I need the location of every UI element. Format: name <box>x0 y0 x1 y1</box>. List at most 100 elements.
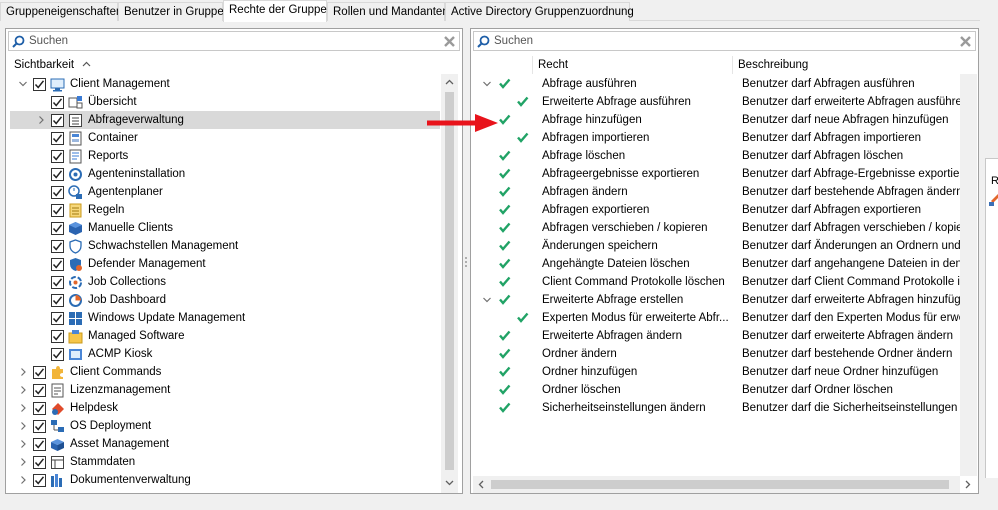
visibility-checkbox[interactable] <box>51 150 64 163</box>
visibility-checkbox[interactable] <box>33 402 46 415</box>
expand-right-chevron-icon[interactable] <box>19 453 29 471</box>
right-granted-checkbox[interactable] <box>516 311 531 326</box>
visibility-checkbox[interactable] <box>33 474 46 487</box>
scroll-right-arrow-icon[interactable] <box>963 480 972 489</box>
tree-item-puzzle[interactable]: Client Commands <box>6 363 436 381</box>
splitter-grip-icon[interactable] <box>464 256 468 268</box>
visibility-checkbox[interactable] <box>33 366 46 379</box>
scroll-down-arrow-icon[interactable] <box>445 478 454 487</box>
expand-right-chevron-icon[interactable] <box>19 435 29 453</box>
tree-item-job-collections[interactable]: Job Collections <box>6 273 436 291</box>
tree-item-shield[interactable]: Schwachstellen Management <box>6 237 436 255</box>
right-row[interactable]: Abfragen ändern Benutzer darf bestehende … <box>471 183 963 201</box>
visibility-checkbox[interactable] <box>51 96 64 109</box>
right-row[interactable]: Client Command Protokolle löschen Benutze… <box>471 273 976 291</box>
visibility-checkbox[interactable] <box>51 348 64 361</box>
right-granted-checkbox[interactable] <box>498 113 513 128</box>
right-granted-checkbox[interactable] <box>498 293 513 308</box>
visibility-checkbox[interactable] <box>51 114 64 127</box>
visibility-checkbox[interactable] <box>51 330 64 343</box>
visibility-checkbox[interactable] <box>51 132 64 145</box>
right-granted-checkbox[interactable] <box>498 221 513 236</box>
column-separator[interactable] <box>732 56 733 74</box>
scroll-up-arrow-icon[interactable] <box>445 78 454 87</box>
tree-item-container[interactable]: Container <box>6 129 436 147</box>
right-row[interactable]: Abfrage ausführen Benutzer darf Abfragen … <box>471 75 958 93</box>
tree-item-os-deployment[interactable]: OS Deployment <box>6 417 436 435</box>
tree-item-rules[interactable]: Regeln <box>6 201 436 219</box>
right-row[interactable]: Sicherheitseinstellungen ändern Benutzer … <box>471 399 976 417</box>
right-granted-checkbox[interactable] <box>516 131 531 146</box>
tree-item-agent-planner[interactable]: Agentenplaner <box>6 183 436 201</box>
tree-item-report[interactable]: Reports <box>6 147 436 165</box>
visibility-checkbox[interactable] <box>51 168 64 181</box>
tree-item-asset[interactable]: Asset Management <box>6 435 436 453</box>
visibility-column-header[interactable]: Sichtbarkeit <box>14 59 91 71</box>
visibility-checkbox[interactable] <box>51 312 64 325</box>
tree-item-managed-software[interactable]: Managed Software <box>6 327 436 345</box>
right-granted-checkbox[interactable] <box>498 203 513 218</box>
visibility-checkbox[interactable] <box>51 294 64 307</box>
tab-roles-tenants[interactable]: Rollen und Mandanten <box>327 2 449 21</box>
right-granted-checkbox[interactable] <box>498 383 513 398</box>
right-granted-checkbox[interactable] <box>498 77 513 92</box>
right-row[interactable]: Erweiterte Abfrage erstellen Benutzer dar… <box>471 291 973 309</box>
right-search-box[interactable]: Suchen <box>473 31 976 51</box>
tab-group-properties[interactable]: Gruppeneigenschaften <box>0 2 122 21</box>
tab-users-in-group[interactable]: Benutzer in Gruppe <box>118 2 224 21</box>
clear-search-icon[interactable] <box>959 35 972 48</box>
tree-item-job-dashboard[interactable]: Job Dashboard <box>6 291 436 309</box>
column-separator[interactable] <box>532 56 533 74</box>
right-row[interactable]: Ordner hinzufügen Benutzer darf neue Ordn… <box>471 363 958 381</box>
visibility-checkbox[interactable] <box>33 438 46 451</box>
visibility-checkbox[interactable] <box>33 78 46 91</box>
rights-hscroll-thumb[interactable] <box>491 480 949 489</box>
tab-ad-group-mapping[interactable]: Active Directory Gruppenzuordnung <box>445 2 634 21</box>
right-column-header[interactable]: Recht <box>538 59 568 71</box>
right-granted-checkbox[interactable] <box>498 257 513 272</box>
right-row[interactable]: Abfrageergebnisse exportieren Benutzer da… <box>471 165 976 183</box>
right-granted-checkbox[interactable] <box>498 167 513 182</box>
left-search-box[interactable]: Suchen <box>8 31 460 51</box>
visibility-checkbox[interactable] <box>33 384 46 397</box>
tree-item-windows-update[interactable]: Windows Update Management <box>6 309 436 327</box>
right-granted-checkbox[interactable] <box>498 185 513 200</box>
rights-vertical-scrollbar[interactable] <box>960 74 977 476</box>
expand-right-chevron-icon[interactable] <box>37 111 47 129</box>
right-row[interactable]: Erweiterte Abfragen ändern Benutzer darf … <box>471 327 958 345</box>
tab-group-rights[interactable]: Rechte der Gruppe <box>223 0 327 22</box>
right-row[interactable]: Änderungen speichern Benutzer darf Änderu… <box>471 237 976 255</box>
visibility-checkbox[interactable] <box>51 222 64 235</box>
tree-item-agent-install[interactable]: Agenteninstallation <box>6 165 436 183</box>
expand-right-chevron-icon[interactable] <box>19 363 29 381</box>
tree-item-helpdesk[interactable]: Helpdesk <box>6 399 436 417</box>
clear-search-icon[interactable] <box>443 35 456 48</box>
tree-item-overview[interactable]: Übersicht <box>6 93 436 111</box>
right-row[interactable]: Angehängte Dateien löschen Benutzer darf … <box>471 255 976 273</box>
expand-right-chevron-icon[interactable] <box>19 399 29 417</box>
right-granted-checkbox[interactable] <box>498 239 513 254</box>
right-row[interactable]: Abfragen importieren Benutzer darf Abfrag… <box>471 129 958 147</box>
right-row[interactable]: Experten Modus für erweiterte Abfr... Ben… <box>471 309 976 327</box>
visibility-checkbox[interactable] <box>51 204 64 217</box>
tree-item-query-list[interactable]: Abfrageverwaltung <box>6 111 436 129</box>
expand-right-chevron-icon[interactable] <box>19 471 29 489</box>
rights-horizontal-scrollbar[interactable] <box>473 476 960 493</box>
tree-item-defender[interactable]: Defender Management <box>6 255 436 273</box>
expand-down-chevron-icon[interactable] <box>483 291 493 309</box>
tree-item-master-data[interactable]: Stammdaten <box>6 453 436 471</box>
tree-vertical-scrollbar[interactable] <box>441 74 458 493</box>
visibility-checkbox[interactable] <box>51 240 64 253</box>
right-row[interactable]: Abfragen verschieben / kopieren Benutzer … <box>471 219 976 237</box>
right-granted-checkbox[interactable] <box>498 275 513 290</box>
right-row[interactable]: Erweiterte Abfrage ausführen Benutzer dar… <box>471 93 968 111</box>
expand-down-chevron-icon[interactable] <box>19 75 29 93</box>
visibility-checkbox[interactable] <box>33 420 46 433</box>
visibility-checkbox[interactable] <box>33 456 46 469</box>
right-row[interactable]: Abfragen exportieren Benutzer darf Abfrag… <box>471 201 958 219</box>
tree-item-license[interactable]: Lizenzmanagement <box>6 381 436 399</box>
visibility-checkbox[interactable] <box>51 186 64 199</box>
right-granted-checkbox[interactable] <box>498 347 513 362</box>
visibility-checkbox[interactable] <box>51 276 64 289</box>
right-granted-checkbox[interactable] <box>516 95 531 110</box>
